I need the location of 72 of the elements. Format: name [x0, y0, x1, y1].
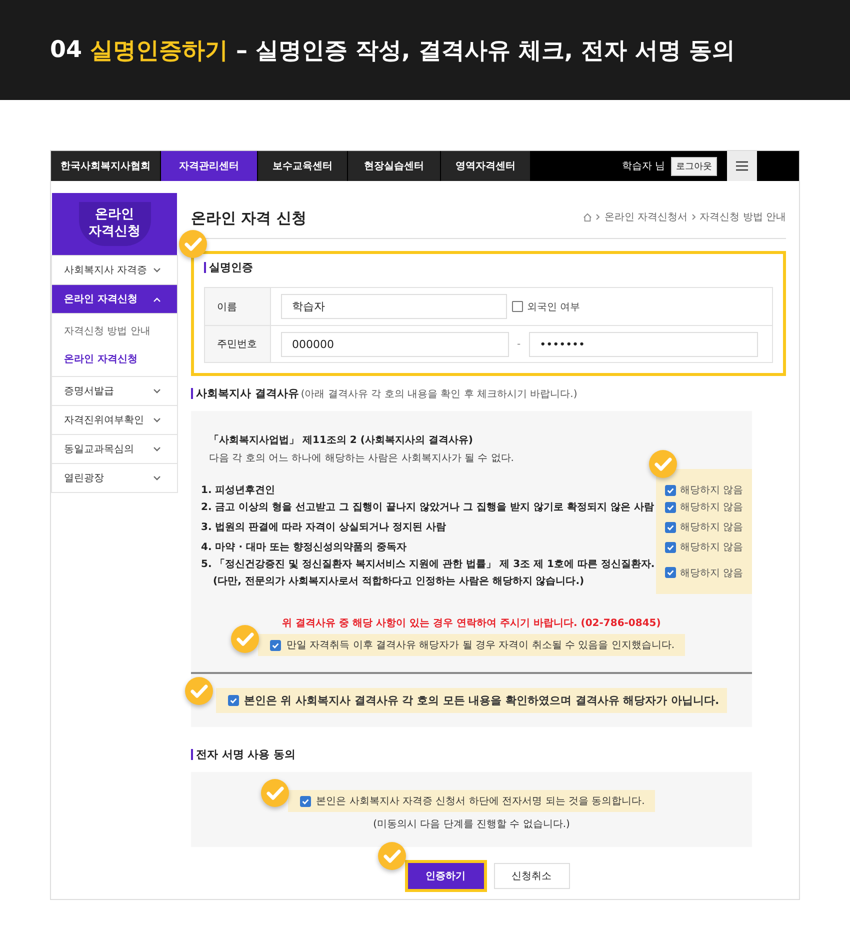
- nav-tab[interactable]: 한국사회복지사협회: [51, 151, 161, 181]
- logout-button[interactable]: 로그아웃: [671, 156, 717, 176]
- check-badge-icon: [260, 778, 290, 808]
- checkbox-label: 해당하지 않음: [680, 541, 744, 554]
- sidebar-title: 온라인 자격신청: [78, 202, 150, 246]
- checkbox[interactable]: [270, 640, 282, 650]
- checkbox-label: 본인은 사회복지사 자격증 신청서 하단에 전자서명 되는 것을 동의합니다.: [316, 795, 645, 808]
- checkbox[interactable]: [665, 502, 676, 512]
- disqualification-item: 2. 금고 이상의 형을 선고받고 그 집행이 끝나지 않았거나 그 집행을 받지 않기로 확정되지 않은 사람: [201, 501, 655, 514]
- step-description: – 실명인증 작성, 결격사유 체크, 전자 서명 동의: [236, 36, 736, 66]
- section-heading: 사회복지사 결격사유: [191, 388, 299, 399]
- breadcrumb-link[interactable]: 자격신청 방법 안내: [700, 210, 786, 224]
- disqualification-item: 3. 법원의 판결에 따라 자격이 상실되거나 정지된 사람: [201, 521, 448, 534]
- checkbox-label: 해당하지 않음: [680, 484, 744, 497]
- input-field[interactable]: 학습자: [281, 294, 507, 319]
- cancel-button[interactable]: 신청취소: [494, 863, 570, 889]
- checkbox[interactable]: [665, 522, 676, 532]
- chevron-right-icon: [596, 214, 600, 220]
- checkbox-label: 만일 자격취득 이후 결격사유 해당자가 될 경우 자격이 취소될 수 있음을 인지했습니다.: [286, 639, 675, 652]
- checkbox-label: 해당하지 않음: [680, 501, 744, 514]
- chevron-down-icon: [153, 446, 161, 452]
- section-heading: 실명인증: [204, 262, 253, 273]
- esign-note: (미동의시 다음 단계를 진행할 수 없습니다.): [373, 818, 570, 831]
- disqualification-item: 1. 피성년후견인: [201, 484, 276, 497]
- nav-tab[interactable]: 자격관리센터: [161, 151, 258, 181]
- intro-text: 다음 각 호의 어느 하나에 해당하는 사람은 사회복지사가 될 수 없다.: [209, 452, 515, 465]
- chevron-down-icon: [153, 268, 161, 272]
- home-icon[interactable]: [583, 212, 592, 222]
- nav-tab[interactable]: 현장실습센터: [348, 151, 441, 181]
- sidebar-subitem[interactable]: 온라인 자격신청: [64, 352, 165, 366]
- nav-tab[interactable]: 영역자격센터: [441, 151, 531, 181]
- chevron-down-icon: [153, 476, 161, 480]
- chevron-up-icon: [153, 296, 161, 302]
- checkbox-label: 해당하지 않음: [680, 566, 744, 580]
- checkbox[interactable]: [512, 301, 523, 312]
- section-note: (아래 결격사유 각 호의 내용을 확인 후 체크하시기 바랍니다.): [300, 388, 578, 401]
- input-field[interactable]: •••••••: [528, 332, 758, 356]
- separator-text: -: [517, 338, 521, 350]
- checkbox[interactable]: [665, 567, 676, 578]
- nav-tab[interactable]: 보수교육센터: [258, 151, 348, 181]
- checkbox-label: 본인은 위 사회복지사 결격사유 각 호의 모든 내용을 확인하였으며 결격사유 해당자가 아닙니다.: [244, 693, 720, 708]
- checkbox[interactable]: [228, 695, 239, 706]
- sidebar-subitem[interactable]: 자격신청 방법 안내: [64, 324, 165, 338]
- check-badge-icon: [178, 229, 208, 259]
- checkbox[interactable]: [665, 542, 676, 552]
- verify-button[interactable]: 인증하기: [408, 863, 484, 889]
- disqualification-item: 5. 「정신건강증진 및 정신질환자 복지서비스 지원에 관한 법률」 제 3조 제 1호에 따른 정신질환자.: [201, 558, 656, 571]
- disqualification-detail: (다만, 전문의가 사회복지사로서 적합하다고 인정하는 사람은 해당하지 않습니다.): [212, 575, 586, 588]
- chevron-down-icon: [153, 388, 161, 394]
- law-title: 「사회복지사업법」 제11조의 2 (사회복지사의 결격사유): [209, 434, 474, 447]
- contact-notice: 위 결격사유 중 해당 사항이 있는 경우 연락하여 주시기 바랍니다. (02-786-0845): [282, 617, 661, 630]
- menu-icon[interactable]: [736, 161, 748, 171]
- field-label: 주민번호: [205, 326, 271, 362]
- menu-button[interactable]: [727, 151, 757, 181]
- field-label: 이름: [205, 288, 271, 325]
- step-title: 실명인증하기: [90, 36, 228, 66]
- step-number: 04: [50, 37, 82, 63]
- checkbox-label: 외국인 여부: [527, 300, 580, 314]
- chevron-down-icon: [153, 418, 161, 422]
- check-badge-icon: [648, 449, 678, 479]
- breadcrumb-link[interactable]: 온라인 자격신청서: [604, 210, 688, 224]
- checkbox[interactable]: [300, 796, 312, 806]
- disqualification-item: 4. 마약 · 대마 또는 향정신성의약품의 중독자: [201, 541, 408, 554]
- sidebar-item[interactable]: 온라인 자격신청: [52, 284, 177, 313]
- input-field[interactable]: 000000: [281, 332, 509, 356]
- chevron-right-icon: [692, 214, 696, 220]
- checkbox[interactable]: [665, 484, 676, 496]
- section-heading: 전자 서명 사용 동의: [191, 749, 296, 760]
- page-title: 온라인 자격 신청: [191, 209, 306, 228]
- check-badge-icon: [230, 624, 260, 654]
- checkbox-label: 해당하지 않음: [680, 521, 744, 534]
- user-name: 학습자 님: [622, 160, 665, 173]
